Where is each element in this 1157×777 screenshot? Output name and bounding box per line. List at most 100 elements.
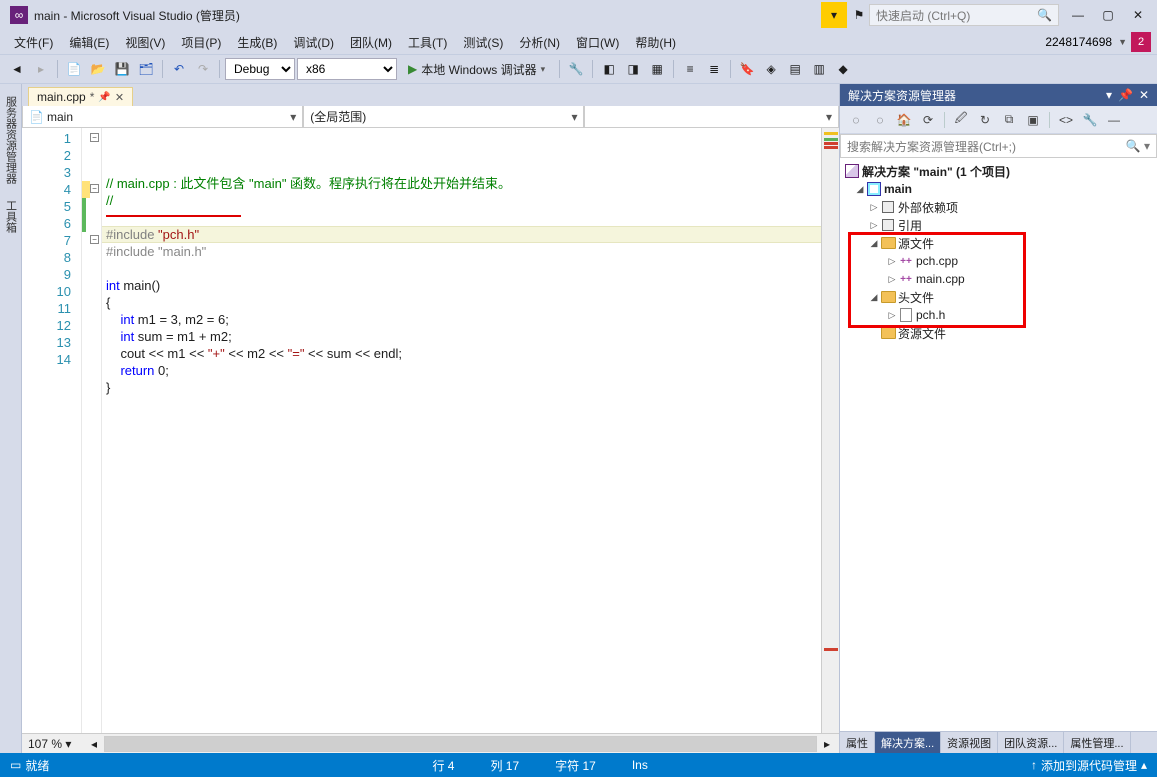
misc-btn[interactable]: ◆ (832, 58, 854, 80)
nav-fwd-button[interactable]: ▸ (30, 58, 52, 80)
platform-combo[interactable]: x86 (297, 58, 397, 80)
menu-item[interactable]: 窗口(W) (568, 33, 627, 53)
tab-properties[interactable]: 属性 (840, 732, 875, 753)
tool-btn-3[interactable]: ◨ (622, 58, 644, 80)
menu-item[interactable]: 视图(V) (117, 33, 173, 53)
undo-button[interactable]: ↶ (168, 58, 190, 80)
menu-item[interactable]: 工具(T) (400, 33, 455, 53)
code-icon[interactable]: <> (1056, 110, 1076, 130)
uncomment-btn[interactable]: ▥ (808, 58, 830, 80)
new-project-button[interactable]: 📄 (63, 58, 85, 80)
config-combo[interactable]: Debug (225, 58, 295, 80)
account-dropdown-icon[interactable]: ▼ (1118, 37, 1127, 47)
quick-launch-input[interactable]: 快速启动 (Ctrl+Q) 🔍 (869, 4, 1059, 26)
refresh-icon[interactable]: ↻ (975, 110, 995, 130)
scope-icon[interactable]: 🖉 (951, 110, 971, 130)
maximize-button[interactable]: ▢ (1093, 3, 1123, 27)
code-editor[interactable]: 1234567891011121314 −−− // main.cpp : 此文… (22, 128, 839, 733)
tab-resource-view[interactable]: 资源视图 (941, 732, 998, 753)
nav-func-combo[interactable]: ▾ (584, 106, 839, 127)
menu-item[interactable]: 项目(P) (173, 33, 229, 53)
feedback-icon[interactable]: ⚑ (849, 5, 869, 25)
refs-node[interactable]: ▷ 引用 (840, 216, 1157, 234)
file-node-pch-cpp[interactable]: ▷ ++ pch.cpp (840, 252, 1157, 270)
horizontal-scrollbar[interactable] (104, 736, 817, 752)
tab-team-explorer[interactable]: 团队资源... (998, 732, 1064, 753)
close-icon[interactable]: ✕ (1139, 88, 1149, 102)
open-button[interactable]: 📂 (87, 58, 109, 80)
menu-item[interactable]: 生成(B) (229, 33, 285, 53)
solution-search-input[interactable]: 搜索解决方案资源管理器(Ctrl+;) 🔍 ▾ (840, 134, 1157, 158)
zoom-combo[interactable]: 107 % ▾ (28, 737, 88, 751)
project-node[interactable]: ◢ main (840, 180, 1157, 198)
tab-property-manager[interactable]: 属性管理... (1064, 732, 1130, 753)
autohide-icon[interactable]: ▾ (1106, 88, 1112, 102)
notification-icon[interactable]: ▾ (821, 2, 847, 28)
file-node-pch-h[interactable]: ▷ pch.h (840, 306, 1157, 324)
src-folder-node[interactable]: ◢ 源文件 (840, 234, 1157, 252)
nav-scope-combo[interactable]: 📄 main ▾ (22, 106, 303, 127)
bookmark2-btn[interactable]: ◈ (760, 58, 782, 80)
expand-icon[interactable]: ▷ (868, 202, 880, 213)
hscroll-left[interactable]: ◂ (88, 737, 100, 751)
res-folder-node[interactable]: ▷ 资源文件 (840, 324, 1157, 342)
code-content[interactable]: // main.cpp : 此文件包含 "main" 函数。程序执行将在此处开始… (102, 128, 821, 733)
expand-icon[interactable]: ▷ (886, 310, 898, 321)
more-icon[interactable]: — (1104, 110, 1124, 130)
redo-button[interactable]: ↷ (192, 58, 214, 80)
expand-icon[interactable]: ▷ (868, 220, 880, 231)
indent-btn[interactable]: ≡ (679, 58, 701, 80)
menu-item[interactable]: 文件(F) (6, 33, 61, 53)
solution-tree[interactable]: 解决方案 "main" (1 个项目) ◢ main ▷ 外部依赖项 ▷ 引用 … (840, 158, 1157, 731)
menu-item[interactable]: 帮助(H) (627, 33, 684, 53)
vertical-scrollbar[interactable] (821, 128, 839, 733)
expand-icon[interactable]: ▷ (886, 256, 898, 267)
expand-icon[interactable]: ▷ (886, 274, 898, 285)
start-debug-button[interactable]: ▶ 本地 Windows 调试器 ▾ (399, 58, 554, 80)
toolbox-tab[interactable]: 工具箱 (1, 192, 21, 241)
collapse-icon[interactable]: ⧉ (999, 110, 1019, 130)
tool-btn-1[interactable]: 🔧 (565, 58, 587, 80)
tool-btn-2[interactable]: ◧ (598, 58, 620, 80)
status-scm[interactable]: ↑ 添加到源代码管理 ▴ (1031, 757, 1147, 774)
comment-btn[interactable]: ▤ (784, 58, 806, 80)
menu-item[interactable]: 测试(S) (455, 33, 511, 53)
home-icon[interactable]: 🏠 (894, 110, 914, 130)
nav-back-button[interactable]: ◄ (6, 58, 28, 80)
line-number-gutter: 1234567891011121314 (22, 128, 82, 733)
hdr-folder-node[interactable]: ◢ 头文件 (840, 288, 1157, 306)
properties-icon[interactable]: 🔧 (1080, 110, 1100, 130)
menu-item[interactable]: 调试(D) (285, 33, 342, 53)
tab-close-icon[interactable]: ✕ (115, 91, 124, 104)
back-icon[interactable]: ◌ (846, 110, 866, 130)
tab-solution-explorer[interactable]: 解决方案... (875, 732, 941, 753)
expand-icon[interactable]: ◢ (868, 292, 880, 303)
file-node-main-cpp[interactable]: ▷ ++ main.cpp (840, 270, 1157, 288)
server-explorer-tab[interactable]: 服务器资源管理器 (1, 88, 21, 192)
tool-btn-4[interactable]: ▦ (646, 58, 668, 80)
avatar[interactable]: 2 (1131, 32, 1151, 52)
menu-item[interactable]: 分析(N) (511, 33, 568, 53)
pin-icon[interactable]: 📌 (98, 92, 110, 103)
account-id[interactable]: 2248174698 (1039, 32, 1118, 52)
annotation-underline (106, 215, 241, 217)
save-button[interactable]: 💾 (111, 58, 133, 80)
close-button[interactable]: ✕ (1123, 3, 1153, 27)
pin-icon[interactable]: 📌 (1118, 88, 1133, 102)
sync-icon[interactable]: ⟳ (918, 110, 938, 130)
solution-node[interactable]: 解决方案 "main" (1 个项目) (840, 162, 1157, 180)
document-tab-main[interactable]: main.cpp * 📌 ✕ (28, 87, 133, 106)
menu-item[interactable]: 编辑(E) (61, 33, 117, 53)
nav-member-combo[interactable]: (全局范围) ▾ (303, 106, 584, 127)
expand-icon[interactable]: ◢ (854, 184, 866, 195)
ext-deps-node[interactable]: ▷ 外部依赖项 (840, 198, 1157, 216)
save-all-button[interactable]: 🗂 (135, 58, 157, 80)
bookmark-btn[interactable]: 🔖 (736, 58, 758, 80)
fwd-icon[interactable]: ◌ (870, 110, 890, 130)
expand-icon[interactable]: ◢ (868, 238, 880, 249)
minimize-button[interactable]: — (1063, 3, 1093, 27)
menu-item[interactable]: 团队(M) (342, 33, 400, 53)
showall-icon[interactable]: ▣ (1023, 110, 1043, 130)
outdent-btn[interactable]: ≣ (703, 58, 725, 80)
hscroll-right[interactable]: ▸ (821, 737, 833, 751)
